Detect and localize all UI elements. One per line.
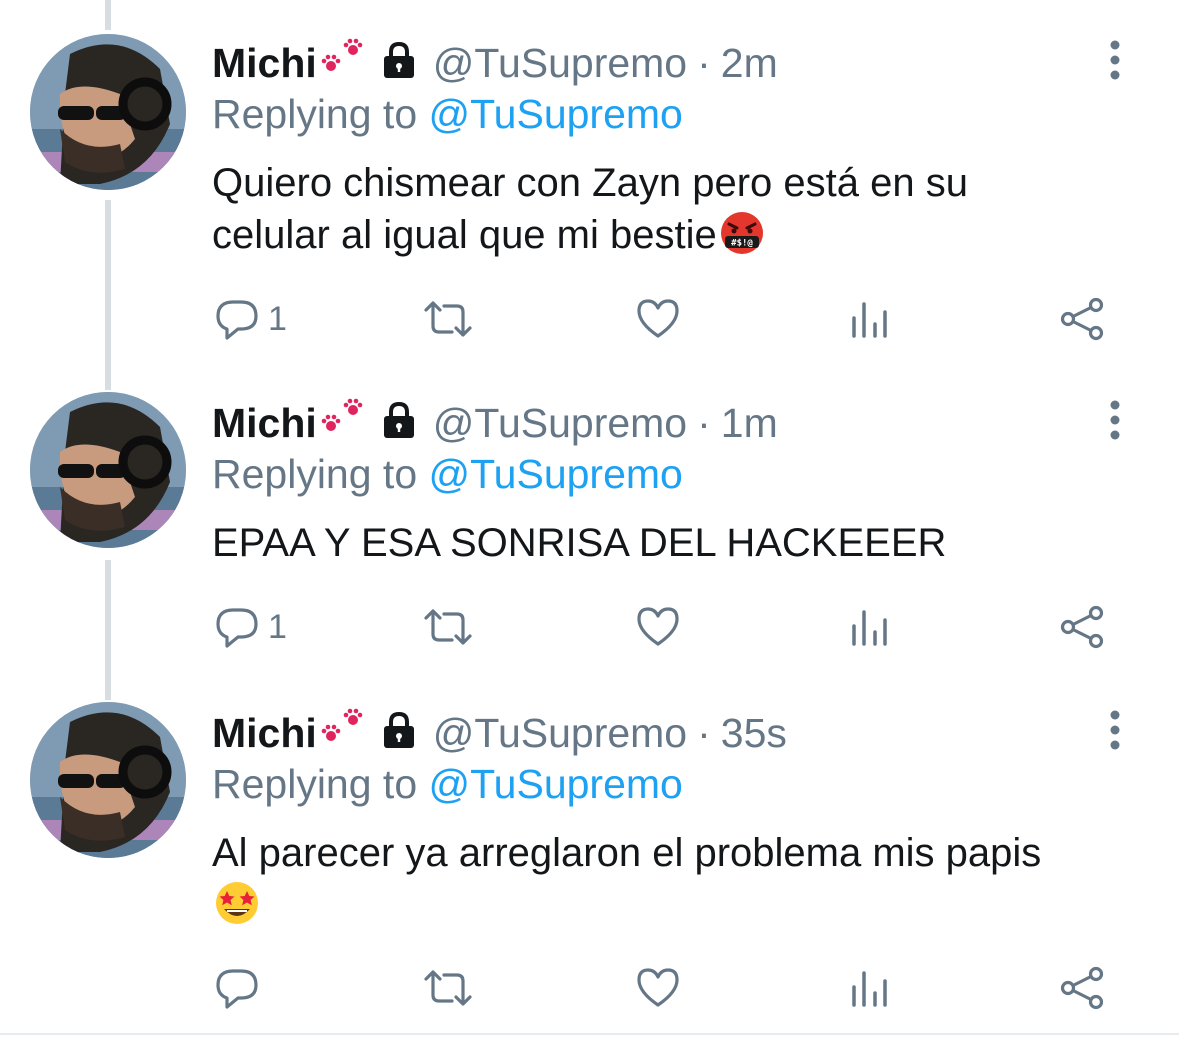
more-vertical-icon[interactable] <box>1100 398 1130 442</box>
replying-to: Replying to @TuSupremo <box>212 759 683 809</box>
tweet[interactable]: Michi @TuSupremo · 35s Replying to @TuSu… <box>0 670 1179 1030</box>
replying-handle[interactable]: @TuSupremo <box>429 91 683 137</box>
tweet-actions <box>0 963 1179 1013</box>
timestamp[interactable]: 35s <box>721 708 787 758</box>
tweet[interactable]: Michi @TuSupremo · 2m Replying to @TuSup… <box>0 0 1179 360</box>
tweet-actions: 1 <box>0 294 1179 344</box>
reply-button[interactable]: 1 <box>214 602 287 652</box>
replying-handle[interactable]: @TuSupremo <box>429 451 683 497</box>
replying-prefix: Replying to <box>212 91 418 137</box>
reply-icon <box>216 300 258 340</box>
analytics-button[interactable] <box>850 602 890 652</box>
author-name[interactable]: Michi <box>212 398 317 448</box>
reply-icon <box>216 969 258 1009</box>
lock-icon <box>379 710 419 750</box>
like-button[interactable] <box>635 294 689 344</box>
tweet-text: Quiero chismear con Zayn pero está en su… <box>212 157 1142 261</box>
analytics-button[interactable] <box>850 963 890 1013</box>
avatar[interactable] <box>30 392 186 548</box>
avatar[interactable] <box>30 34 186 190</box>
reply-button[interactable] <box>214 963 268 1013</box>
tweet-text: Al parecer ya arreglaron el problema mis… <box>212 827 1142 931</box>
retweet-button[interactable] <box>420 602 484 652</box>
share-button[interactable] <box>1058 602 1106 652</box>
author-name[interactable]: Michi <box>212 38 317 88</box>
retweet-icon <box>424 301 472 337</box>
analytics-button[interactable] <box>850 294 890 344</box>
lock-icon <box>379 40 419 80</box>
star-struck-emoji <box>212 880 262 926</box>
tweet-text-line: EPAA Y ESA SONRISA DEL HACKEEER <box>212 521 947 565</box>
share-button[interactable] <box>1058 963 1106 1013</box>
svg-text:#$!@: #$!@ <box>731 239 753 249</box>
reply-count: 1 <box>268 299 287 338</box>
share-icon <box>1060 605 1104 649</box>
reply-count: 1 <box>268 607 287 646</box>
tweet-text-segment: celular al igual que mi bestie <box>212 213 717 257</box>
like-button[interactable] <box>635 602 689 652</box>
avatar[interactable] <box>30 702 186 858</box>
author-handle[interactable]: @TuSupremo <box>433 398 687 448</box>
divider <box>0 1033 1179 1035</box>
tweet-text-line <box>212 879 1142 931</box>
heart-icon <box>637 968 679 1007</box>
tweet-text-line: celular al igual que mi bestie #$!@ <box>212 209 1142 261</box>
separator-dot: · <box>697 400 711 446</box>
analytics-icon <box>852 302 887 338</box>
separator-dot: · <box>697 710 711 756</box>
author-name[interactable]: Michi <box>212 708 317 758</box>
author-handle[interactable]: @TuSupremo <box>433 708 687 758</box>
tweet-text: EPAA Y ESA SONRISA DEL HACKEEER <box>212 517 1142 569</box>
replying-to: Replying to @TuSupremo <box>212 89 683 139</box>
share-icon <box>1060 297 1104 341</box>
heart-icon <box>637 299 679 338</box>
retweet-button[interactable] <box>420 963 484 1013</box>
replying-to: Replying to @TuSupremo <box>212 449 683 499</box>
replying-prefix: Replying to <box>212 451 418 497</box>
analytics-icon <box>852 610 887 646</box>
paw-prints-icon <box>319 706 369 748</box>
lock-icon <box>379 400 419 440</box>
separator-dot: · <box>697 40 711 86</box>
reply-icon <box>216 608 258 648</box>
paw-prints-icon <box>319 396 369 438</box>
analytics-icon <box>852 971 887 1007</box>
more-vertical-icon[interactable] <box>1100 708 1130 752</box>
tweet-text-line: Al parecer ya arreglaron el problema mis… <box>212 831 1042 875</box>
tweet-actions: 1 <box>0 602 1179 652</box>
share-icon <box>1060 966 1104 1010</box>
replying-handle[interactable]: @TuSupremo <box>429 761 683 807</box>
replying-prefix: Replying to <box>212 761 418 807</box>
retweet-icon <box>424 609 472 645</box>
timestamp[interactable]: 2m <box>721 38 778 88</box>
like-button[interactable] <box>635 963 689 1013</box>
author-handle[interactable]: @TuSupremo <box>433 38 687 88</box>
tweet-text-line: Quiero chismear con Zayn pero está en su <box>212 161 968 205</box>
heart-icon <box>637 607 679 646</box>
retweet-button[interactable] <box>420 294 484 344</box>
retweet-icon <box>424 970 472 1006</box>
timestamp[interactable]: 1m <box>721 398 778 448</box>
paw-prints-icon <box>319 36 369 78</box>
cursing-face-emoji: #$!@ <box>717 210 767 256</box>
tweet[interactable]: Michi @TuSupremo · 1m Replying to @TuSup… <box>0 360 1179 690</box>
reply-button[interactable]: 1 <box>214 294 287 344</box>
share-button[interactable] <box>1058 294 1106 344</box>
more-vertical-icon[interactable] <box>1100 38 1130 82</box>
